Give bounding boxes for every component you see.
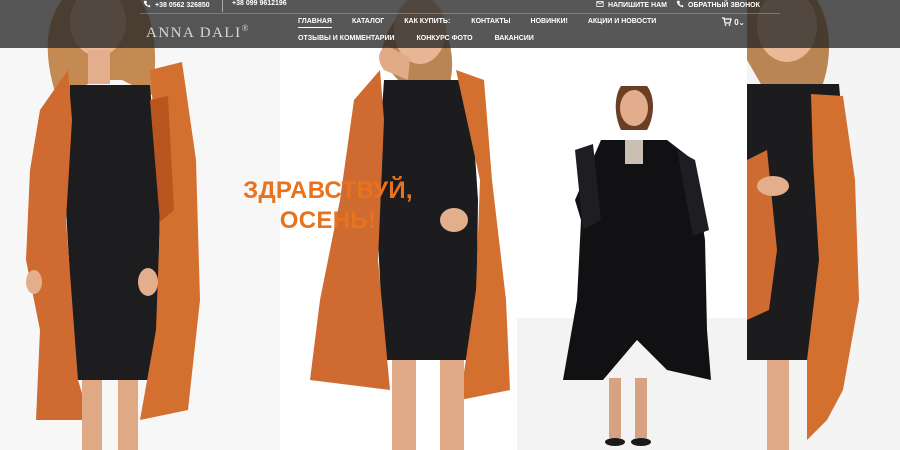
main-nav: ГЛАВНАЯ КАТАЛОГ КАК КУПИТЬ: КОНТАКТЫ НОВ… (298, 18, 656, 28)
nav-promotions[interactable]: АКЦИИ И НОВОСТИ (588, 18, 656, 28)
cart-button[interactable]: 0⌄ (722, 17, 745, 27)
nav-vacancies[interactable]: ВАКАНСИИ (495, 35, 534, 42)
write-us-link[interactable]: НАПИШИТЕ НАМ (596, 0, 667, 12)
callback-link[interactable]: ОБРАТНЫЙ ЗВОНОК (676, 0, 760, 12)
site-logo[interactable]: ANNA DALI® (146, 23, 250, 42)
phone-1-text: +38 0562 326850 (155, 2, 210, 9)
nav-contacts[interactable]: КОНТАКТЫ (471, 18, 510, 28)
header-divider (140, 13, 780, 14)
phone-1[interactable]: +38 0562 326850 (143, 0, 210, 12)
logo-text: ANNA DALI (146, 25, 242, 41)
nav-catalog[interactable]: КАТАЛОГ (352, 18, 384, 28)
hero-photo-4 (747, 0, 900, 450)
hero-photo-3 (517, 0, 747, 450)
nav-photo-contest[interactable]: КОНКУРС ФОТО (417, 35, 473, 42)
secondary-nav: ОТЗЫВЫ И КОММЕНТАРИИ КОНКУРС ФОТО ВАКАНС… (298, 35, 534, 42)
chevron-down-icon: ⌄ (738, 20, 745, 27)
hero-headline-line2: ОСЕНЬ! (279, 207, 377, 234)
phone-2-text: +38 099 9612196 (232, 0, 287, 7)
cart-icon (722, 17, 732, 26)
callback-label: ОБРАТНЫЙ ЗВОНОК (688, 2, 760, 9)
nav-how-to-buy[interactable]: КАК КУПИТЬ: (404, 18, 450, 28)
logo-registered-mark: ® (241, 23, 250, 33)
phone-2[interactable]: +38 099 9612196 (222, 0, 287, 12)
nav-home[interactable]: ГЛАВНАЯ (298, 18, 332, 28)
nav-reviews[interactable]: ОТЗЫВЫ И КОММЕНТАРИИ (298, 35, 395, 42)
hero-banner[interactable]: ЗДРАВСТВУЙ, ОСЕНЬ! (0, 0, 900, 450)
write-us-label: НАПИШИТЕ НАМ (608, 2, 667, 9)
site-header: +38 0562 326850 +38 099 9612196 НАПИШИТЕ… (0, 0, 900, 48)
hero-headline-line1: ЗДРАВСТВУЙ, (243, 177, 413, 204)
nav-new[interactable]: НОВИНКИ! (531, 18, 568, 28)
envelope-icon (596, 1, 604, 7)
hero-headline: ЗДРАВСТВУЙ, ОСЕНЬ! (228, 176, 428, 236)
phone-icon (143, 0, 151, 8)
phone-callback-icon (676, 0, 684, 8)
